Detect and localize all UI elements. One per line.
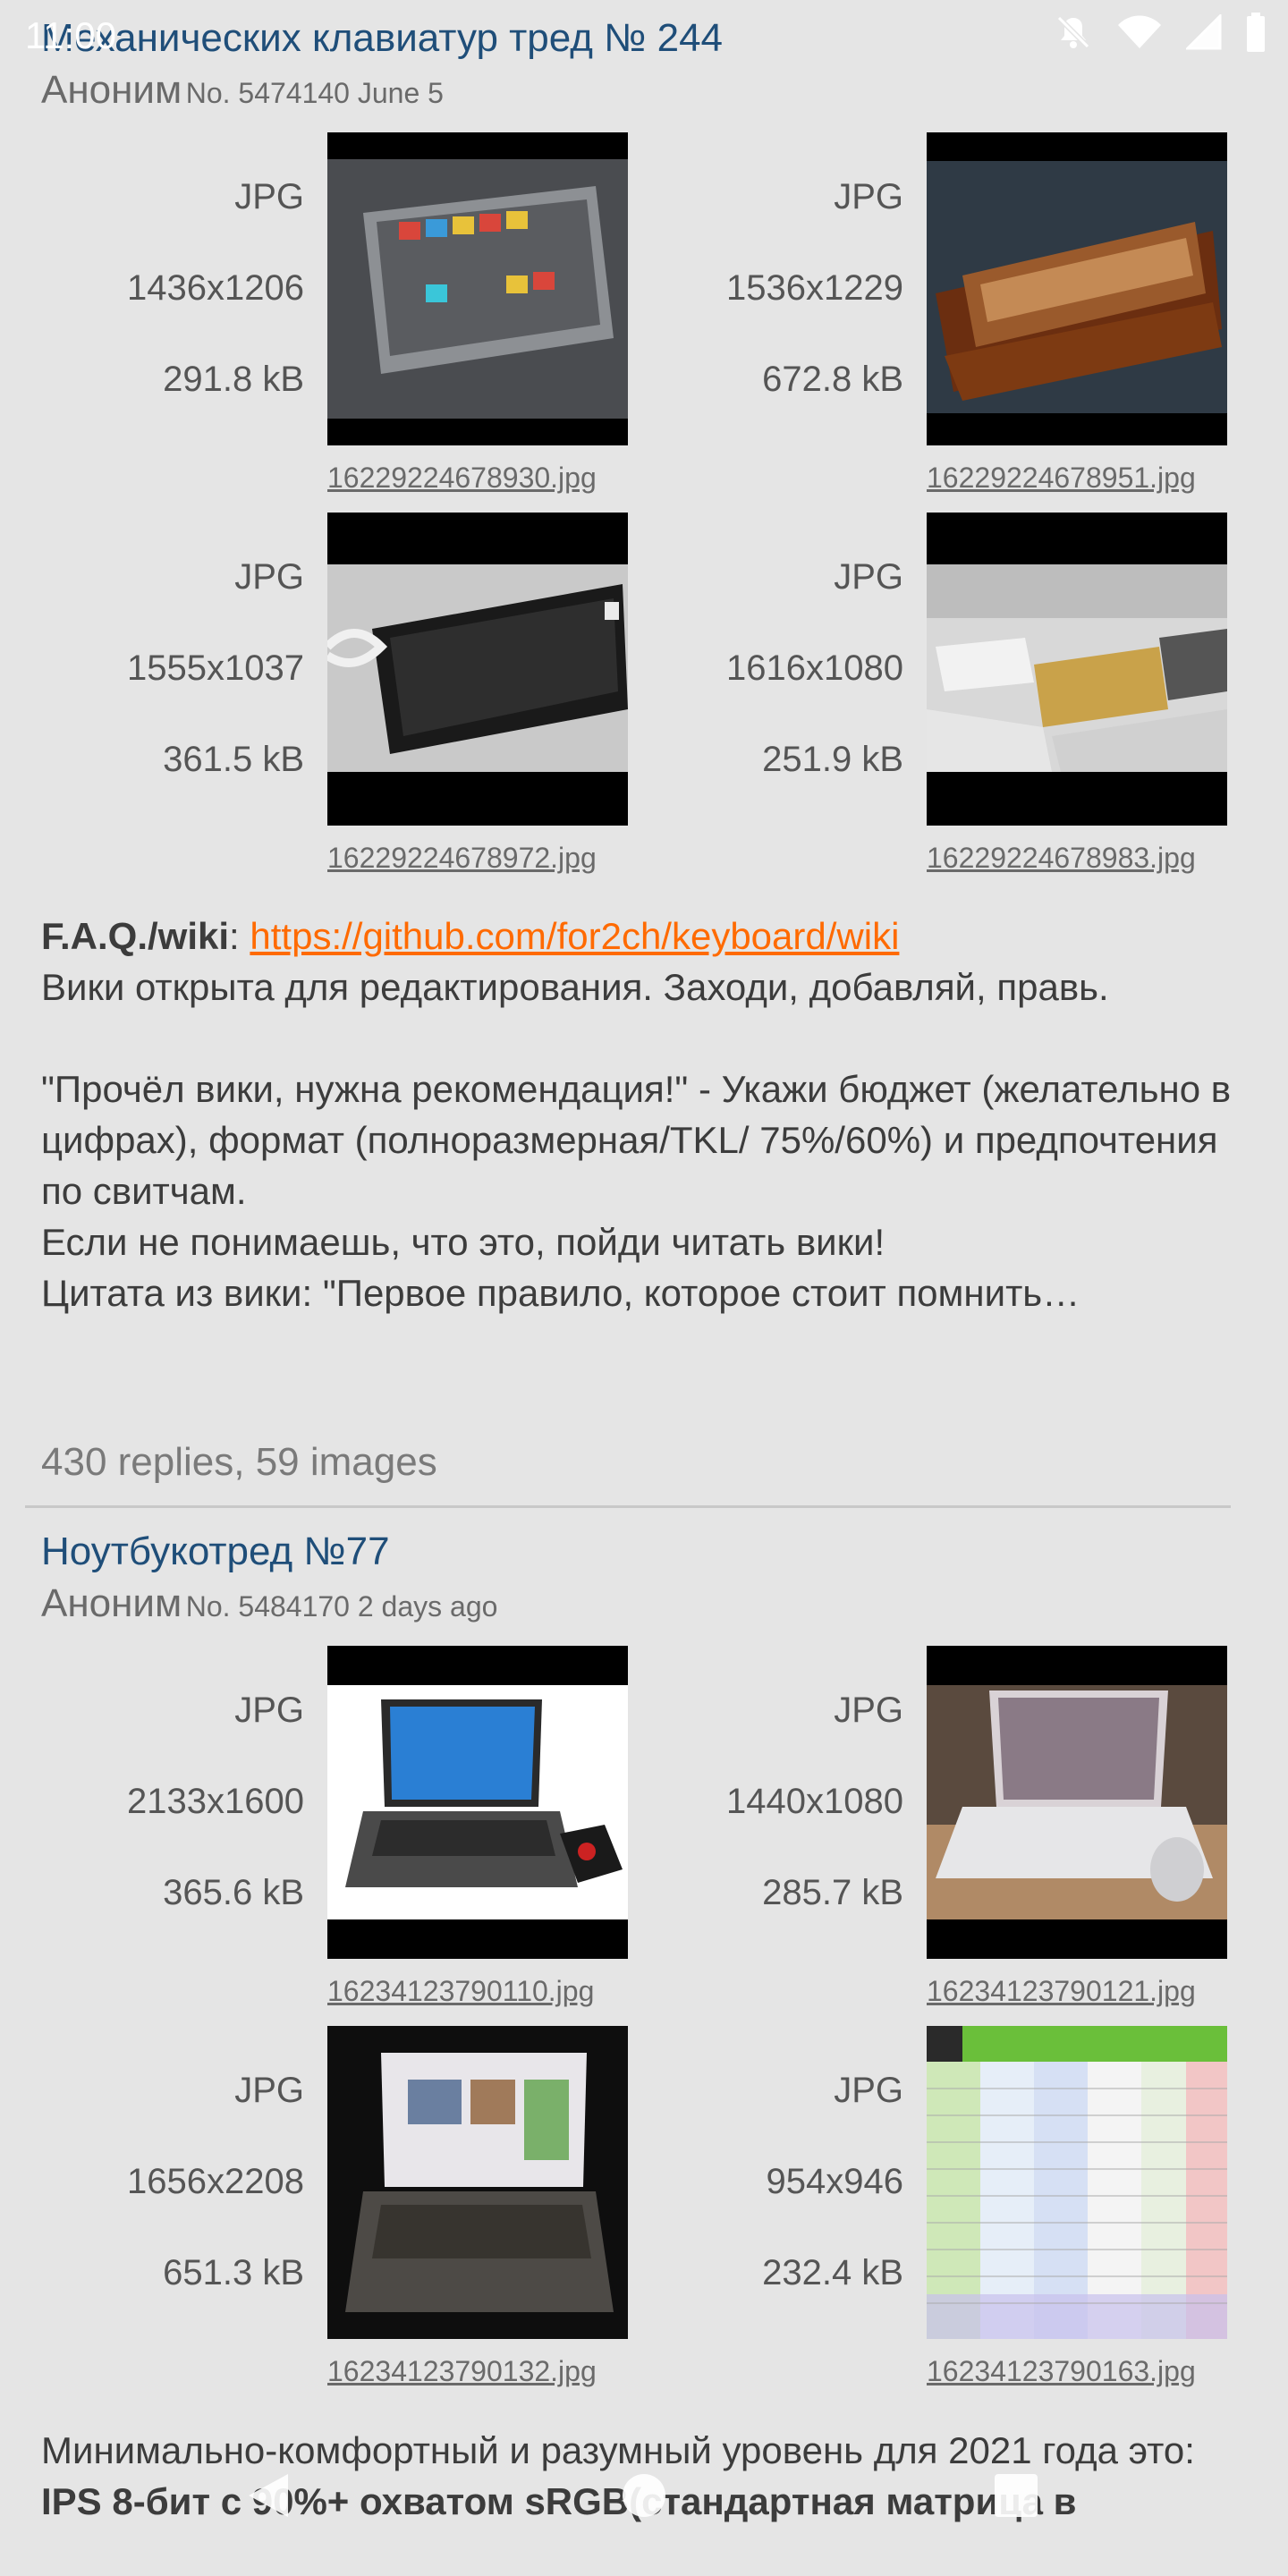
laptop-image: [927, 1685, 1227, 1919]
attachment-size: 651.3 kB: [163, 2253, 304, 2292]
battery-icon: [1247, 13, 1265, 52]
attachment-filename[interactable]: 16234123790132.jpg: [327, 2355, 597, 2388]
attachment-filename[interactable]: 16229224678951.jpg: [927, 462, 1196, 495]
attachment-dimensions: 1656x2208: [127, 2162, 304, 2201]
attachment-type: JPG: [834, 2071, 903, 2110]
attachment[interactable]: JPG 954x946 232.4 kB 16234123790163.jpg: [599, 2026, 1227, 2393]
navigation-bar: [0, 2451, 1288, 2558]
attachment[interactable]: JPG 2133x1600 365.6 kB 16234123790110.jp…: [0, 1646, 628, 2012]
attachment[interactable]: JPG 1616x1080 251.9 kB 16229224678983.jp…: [599, 513, 1227, 879]
attachment-thumbnail[interactable]: [927, 513, 1227, 826]
post-line: Цитата из вики: "Первое правило, которое…: [41, 1272, 1080, 1314]
attachment-thumbnail[interactable]: [327, 132, 628, 445]
post-line: Вики открыта для редактирования. Заходи,…: [41, 966, 1109, 1008]
laptop-image: [327, 2026, 628, 2339]
attachment-type: JPG: [834, 557, 903, 597]
cell-signal-icon: [1186, 14, 1222, 50]
attachment-thumbnail[interactable]: [327, 1646, 628, 1959]
faq-separator: :: [229, 915, 250, 957]
attachment[interactable]: JPG 1656x2208 651.3 kB 16234123790132.jp…: [0, 2026, 628, 2393]
attachment-size: 285.7 kB: [762, 1873, 903, 1912]
thread-meta: Аноним No. 5474140 June 5: [41, 68, 444, 113]
home-icon[interactable]: [619, 2469, 669, 2522]
attachment-filename[interactable]: 16229224678972.jpg: [327, 842, 597, 875]
attachment-filename[interactable]: 16229224678930.jpg: [327, 462, 597, 495]
attachment-size: 232.4 kB: [762, 2253, 903, 2292]
wifi-icon: [1118, 15, 1161, 48]
status-icons: [1054, 13, 1267, 52]
attachment-dimensions: 954x946: [766, 2162, 903, 2201]
attachment-filename[interactable]: 16234123790163.jpg: [927, 2355, 1196, 2388]
attachment[interactable]: JPG 1536x1229 672.8 kB 16229224678951.jp…: [599, 132, 1227, 499]
attachment-size: 291.8 kB: [163, 360, 304, 399]
back-icon[interactable]: [242, 2469, 295, 2522]
attachment-dimensions: 2133x1600: [127, 1782, 304, 1821]
spreadsheet-image: [927, 2026, 1227, 2339]
thread-title[interactable]: Механических клавиатур тред № 244: [41, 16, 723, 61]
attachment-thumbnail[interactable]: [927, 2026, 1227, 2339]
attachment[interactable]: JPG 1440x1080 285.7 kB 16234123790121.jp…: [599, 1646, 1227, 2012]
post-line: Если не понимаешь, что это, пойди читать…: [41, 1221, 886, 1263]
wiki-link[interactable]: https://github.com/for2ch/keyboard/wiki: [250, 915, 899, 957]
attachment-thumbnail[interactable]: [927, 132, 1227, 445]
attachment-thumbnail[interactable]: [927, 1646, 1227, 1959]
keycaps-image: [927, 564, 1227, 772]
attachment-dimensions: 1536x1229: [726, 268, 903, 308]
attachment-size: 251.9 kB: [762, 740, 903, 779]
post-number-date: No. 5484170 2 days ago: [185, 1590, 498, 1623]
keyboard-image: [927, 161, 1227, 413]
attachment-type: JPG: [234, 177, 304, 216]
attachment-thumbnail[interactable]: [327, 513, 628, 826]
attachment-type: JPG: [834, 177, 903, 216]
keyboard-image: [327, 564, 628, 772]
attachment-dimensions: 1555x1037: [127, 648, 304, 688]
attachment-dimensions: 1440x1080: [726, 1782, 903, 1821]
post-author: Аноним: [41, 1581, 182, 1625]
faq-label: F.A.Q./wiki: [41, 915, 230, 957]
thread-divider: [25, 1505, 1231, 1508]
attachment-size: 361.5 kB: [163, 740, 304, 779]
post-body: F.A.Q./wiki: https://github.com/for2ch/k…: [41, 911, 1249, 1318]
attachment-type: JPG: [834, 1690, 903, 1730]
thread-title[interactable]: Ноутбукотред №77: [41, 1530, 390, 1574]
attachment-size: 672.8 kB: [762, 360, 903, 399]
post-author: Аноним: [41, 68, 182, 112]
attachment-dimensions: 1616x1080: [726, 648, 903, 688]
post-number-date: No. 5474140 June 5: [185, 77, 444, 109]
thread-meta: Аноним No. 5484170 2 days ago: [41, 1581, 497, 1626]
attachment-filename[interactable]: 16234123790121.jpg: [927, 1975, 1196, 2008]
attachment-filename[interactable]: 16234123790110.jpg: [327, 1975, 594, 2008]
attachment[interactable]: JPG 1436x1206 291.8 kB 16229224678930.jp…: [0, 132, 628, 499]
attachment-size: 365.6 kB: [163, 1873, 304, 1912]
notifications-off-icon: [1056, 15, 1090, 49]
thread-replies-count: 430 replies, 59 images: [41, 1440, 437, 1484]
attachment-filename[interactable]: 16229224678983.jpg: [927, 842, 1196, 875]
keyboard-image: [327, 159, 628, 419]
attachment-dimensions: 1436x1206: [127, 268, 304, 308]
attachment-type: JPG: [234, 1690, 304, 1730]
attachment-type: JPG: [234, 2071, 304, 2110]
post-line: "Прочёл вики, нужна рекомендация!" - Ука…: [41, 1068, 1232, 1212]
attachment[interactable]: JPG 1555x1037 361.5 kB 16229224678972.jp…: [0, 513, 628, 879]
post-spacer: [41, 1013, 1249, 1063]
laptop-image: [327, 1685, 628, 1919]
attachment-type: JPG: [234, 557, 304, 597]
recents-icon[interactable]: [991, 2469, 1041, 2522]
attachment-thumbnail[interactable]: [327, 2026, 628, 2339]
